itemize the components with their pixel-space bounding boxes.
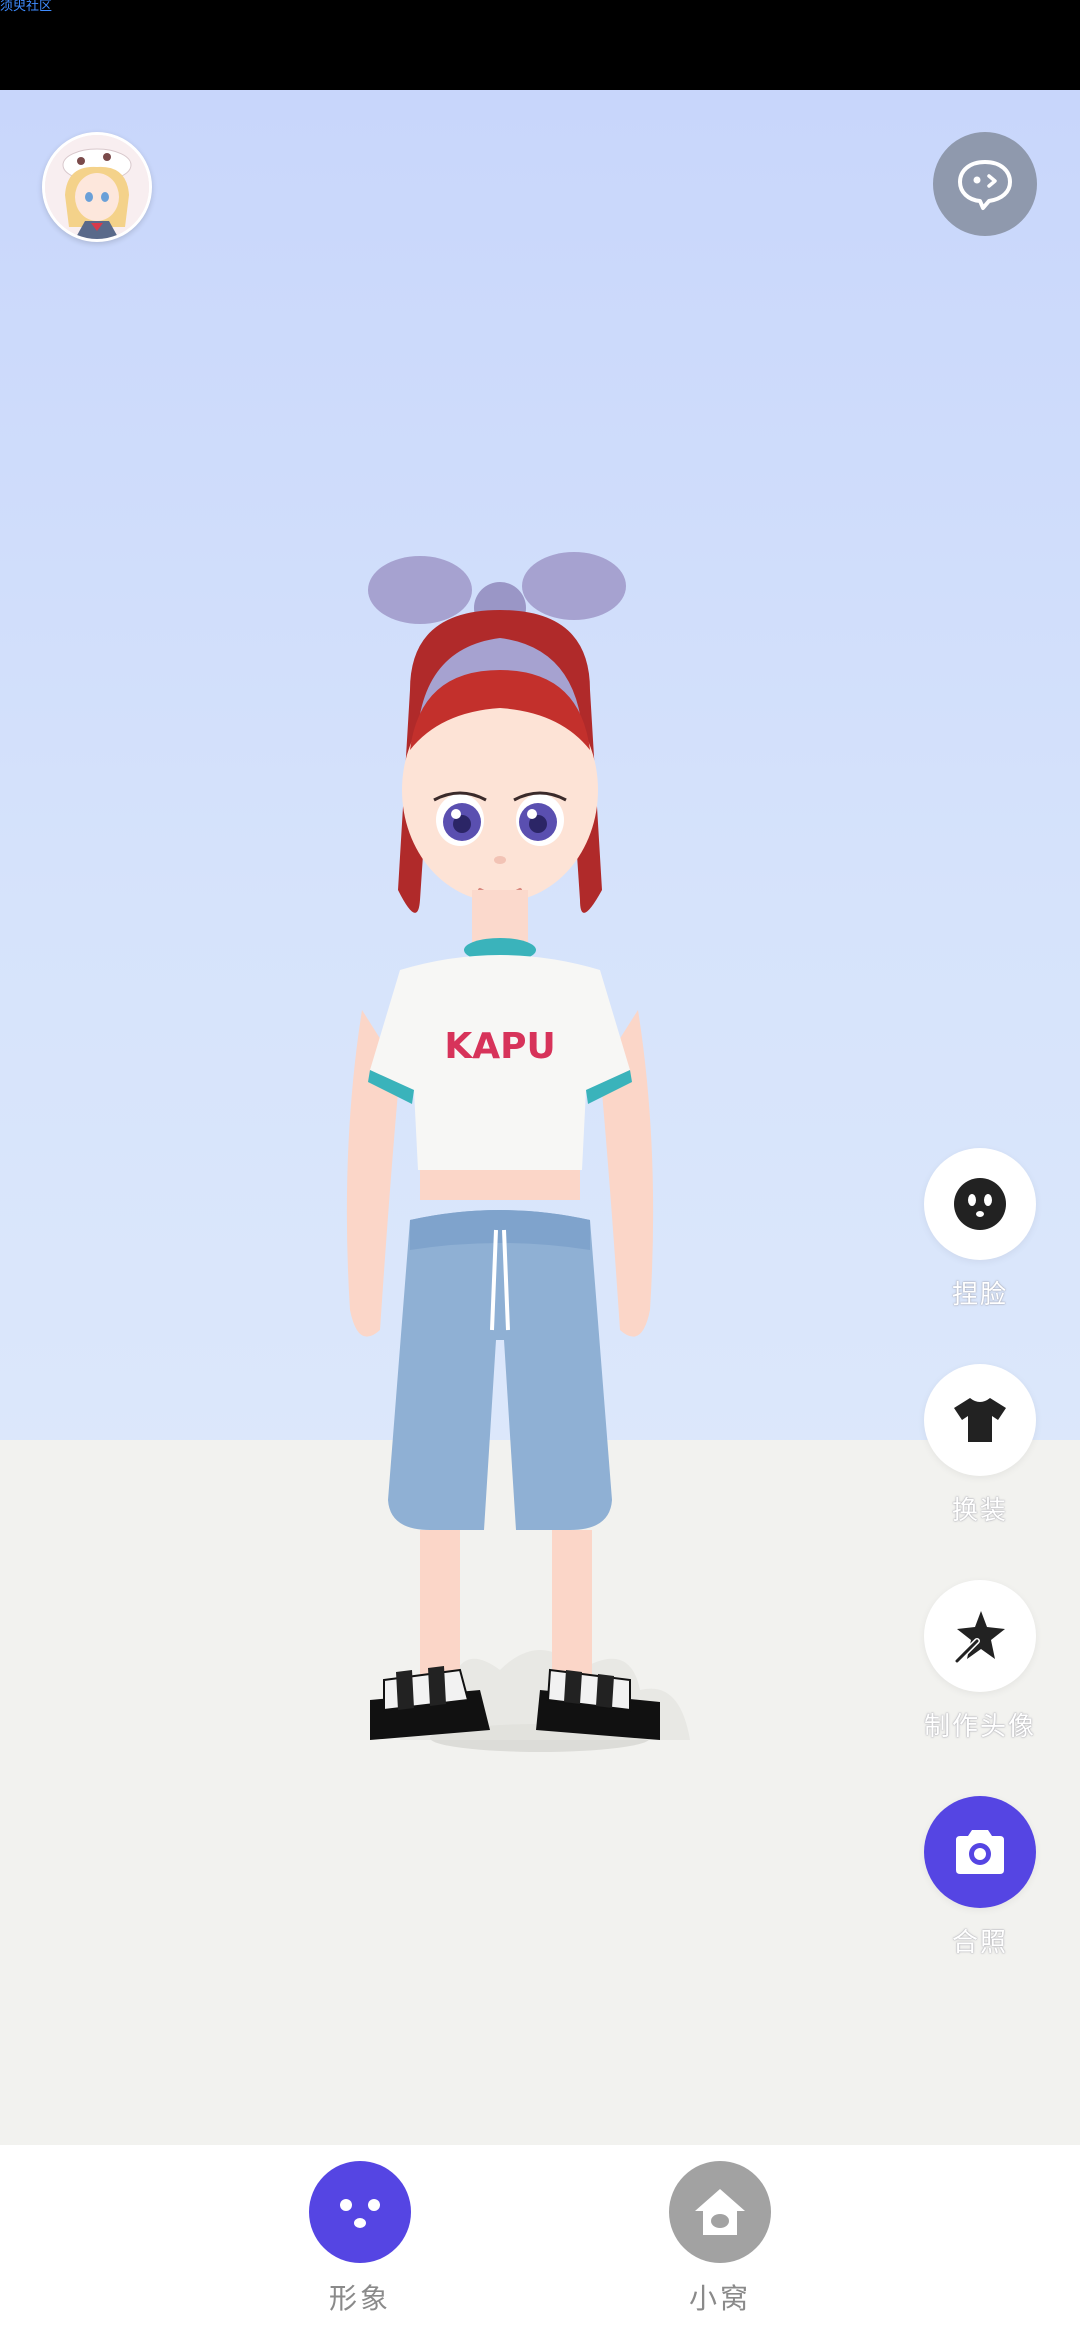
status-bar-text: 须臾社区 <box>0 0 53 14</box>
camera-icon <box>956 1830 1004 1874</box>
profile-avatar[interactable] <box>42 132 152 242</box>
magic-wand-star-icon <box>954 1611 1005 1664</box>
bottom-nav: 形象 小窝 <box>0 2145 1080 2340</box>
change-outfit-label: 换装 <box>951 1496 1008 1526</box>
chat-button[interactable] <box>933 132 1037 236</box>
pinch-face-button[interactable] <box>924 1148 1036 1260</box>
make-avatar-button[interactable] <box>924 1580 1036 1692</box>
shirt-text: KAPU <box>444 1026 555 1067</box>
group-photo-button[interactable] <box>924 1796 1036 1908</box>
group-photo-action[interactable]: 合照 <box>923 1796 1037 1959</box>
change-outfit-action[interactable]: 换装 <box>923 1364 1037 1527</box>
status-bar: 须臾社区 <box>0 0 1080 90</box>
tab-avatar[interactable]: 形象 <box>280 2161 440 2317</box>
home-icon <box>695 2189 745 2235</box>
speech-bubble-icon <box>958 160 1012 210</box>
avatar-face-icon <box>340 2199 380 2228</box>
tshirt-icon <box>954 1398 1006 1442</box>
tab-home[interactable]: 小窝 <box>640 2161 800 2317</box>
tab-home-label: 小窝 <box>688 2282 751 2315</box>
make-avatar-action[interactable]: 制作头像 <box>923 1580 1037 1743</box>
character-figure: KAPU <box>346 552 690 1752</box>
tab-home-button[interactable] <box>669 2161 771 2263</box>
change-outfit-button[interactable] <box>924 1364 1036 1476</box>
avatar-scene[interactable]: KAPU 捏脸 换装 制作头像 合照 <box>0 90 1080 2145</box>
user-avatar-icon <box>45 135 149 239</box>
pinch-face-action[interactable]: 捏脸 <box>923 1148 1037 1311</box>
make-avatar-label: 制作头像 <box>923 1712 1036 1742</box>
tab-avatar-label: 形象 <box>328 2282 391 2315</box>
avatar-character[interactable]: KAPU <box>340 450 760 1950</box>
pinch-face-label: 捏脸 <box>951 1280 1008 1310</box>
tab-avatar-button[interactable] <box>309 2161 411 2263</box>
face-icon <box>954 1178 1006 1230</box>
group-photo-label: 合照 <box>951 1928 1008 1958</box>
